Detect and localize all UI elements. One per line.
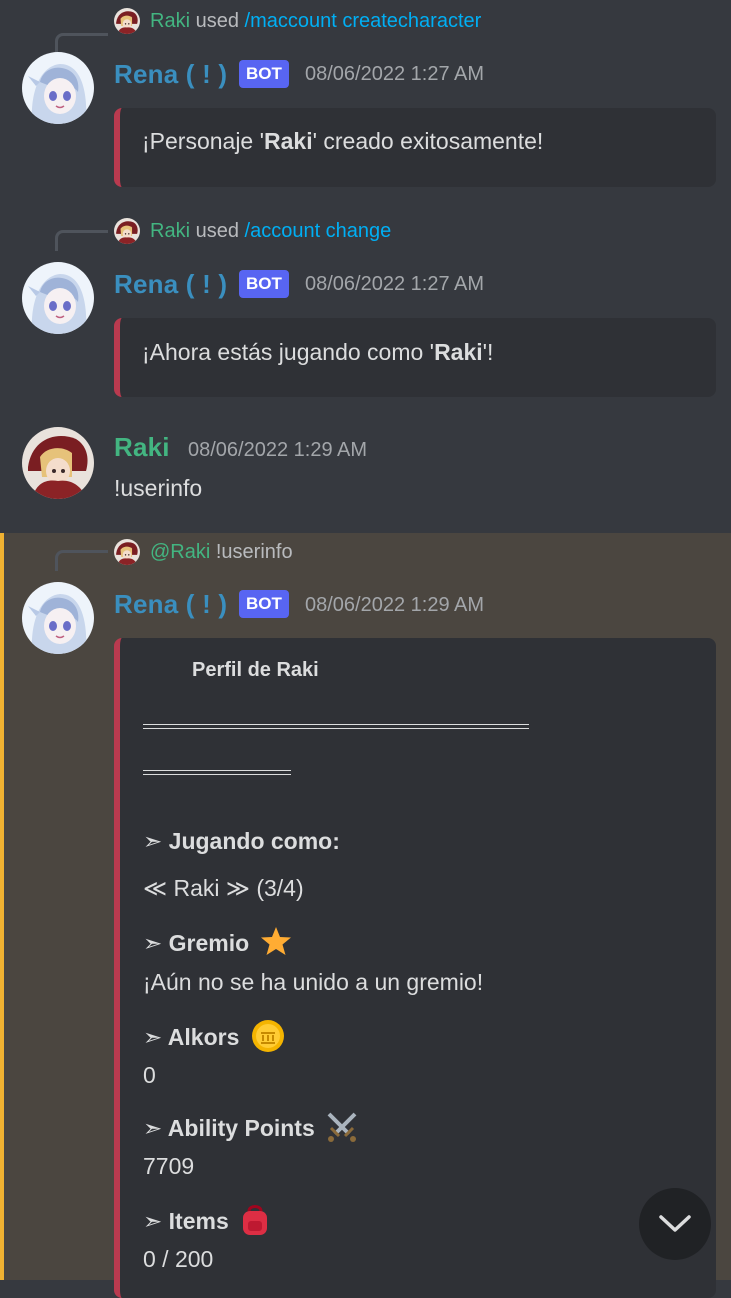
crossed-swords-icon	[327, 1112, 357, 1142]
items-label: ➣ Items	[143, 1203, 271, 1237]
backpack-icon	[243, 1205, 268, 1235]
profile-embed	[114, 638, 716, 1298]
reply-mention[interactable]: @Raki	[150, 541, 210, 563]
avatar[interactable]	[22, 582, 94, 654]
items-value: 0 / 200	[143, 1246, 214, 1272]
ability-value: 7709	[143, 1153, 195, 1179]
reply-avatar[interactable]	[114, 218, 140, 244]
avatar[interactable]	[22, 427, 94, 499]
bot-badge: BOT	[239, 590, 289, 618]
message-content: !userinfo	[114, 475, 203, 501]
chevron-down-icon	[659, 1215, 691, 1232]
avatar[interactable]	[22, 52, 94, 124]
scroll-to-bottom-button[interactable]	[639, 1188, 711, 1260]
reply-connector	[55, 550, 108, 571]
username[interactable]: Raki	[114, 432, 170, 463]
timestamp: 08/06/2022 1:29 AM	[188, 439, 368, 461]
reply-command[interactable]: /account change	[245, 220, 392, 242]
embed: ¡Personaje 'Raki' creado exitosamente!	[114, 108, 716, 187]
reply-author[interactable]: Raki	[150, 10, 190, 32]
divider	[143, 724, 529, 729]
guild-label: ➣ Gremio	[143, 925, 292, 957]
bot-badge: BOT	[239, 60, 289, 88]
timestamp: 08/06/2022 1:27 AM	[305, 273, 485, 295]
embed-description: ¡Ahora estás jugando como 'Raki'!	[142, 339, 494, 365]
coin-icon	[251, 1020, 284, 1052]
reply-preview[interactable]: @Raki !userinfo	[150, 541, 293, 564]
reply-preview[interactable]: Raki used /account change	[150, 220, 391, 243]
timestamp: 08/06/2022 1:29 AM	[305, 594, 485, 616]
alkors-label: ➣ Alkors	[143, 1018, 286, 1054]
reply-used-label: used	[195, 10, 239, 32]
timestamp: 08/06/2022 1:27 AM	[305, 63, 485, 85]
guild-value: ¡Aún no se ha unido a un gremio!	[143, 969, 484, 995]
reply-used-label: used	[195, 220, 239, 242]
reply-command[interactable]: /maccount createcharacter	[245, 10, 482, 32]
alkors-value: 0	[143, 1062, 156, 1088]
embed-description: ¡Personaje 'Raki' creado exitosamente!	[142, 128, 544, 154]
ability-label: ➣ Ability Points	[143, 1110, 359, 1144]
reply-content: !userinfo	[215, 541, 293, 563]
reply-connector	[55, 230, 108, 251]
playing-value: ≪ Raki ≫ (3/4)	[143, 875, 304, 901]
reply-connector	[55, 33, 108, 54]
avatar[interactable]	[22, 262, 94, 334]
divider	[143, 770, 291, 775]
username[interactable]: Rena ( ! )	[114, 589, 227, 620]
reply-avatar[interactable]	[114, 8, 140, 34]
username[interactable]: Rena ( ! )	[114, 59, 227, 90]
reply-author[interactable]: Raki	[150, 220, 190, 242]
reply-preview[interactable]: Raki used /maccount createcharacter	[150, 10, 481, 33]
embed-title: Perfil de Raki	[192, 659, 319, 681]
star-icon	[260, 927, 291, 955]
bot-badge: BOT	[239, 270, 289, 298]
embed: ¡Ahora estás jugando como 'Raki'!	[114, 318, 716, 397]
playing-label: ➣ Jugando como:	[143, 828, 340, 854]
reply-avatar[interactable]	[114, 539, 140, 565]
username[interactable]: Rena ( ! )	[114, 269, 227, 300]
